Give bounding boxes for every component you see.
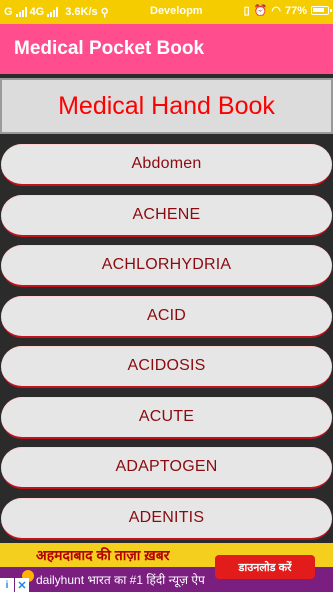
close-icon[interactable]: ✕: [15, 578, 29, 592]
battery-icon: [311, 6, 332, 15]
list-item-label: ACIDOSIS: [127, 357, 206, 374]
usb-icon: ⚲: [100, 6, 109, 19]
list-item-label: Abdomen: [131, 155, 202, 172]
list-item-label: ACHENE: [132, 206, 201, 223]
battery-percent: 77%: [284, 4, 307, 17]
app-screen: G 4G 3.6K/s ⚲ Developm ▯ ⏰ ◠ 77% Medical…: [0, 0, 333, 592]
status-left: G 4G 3.6K/s ⚲: [4, 6, 109, 19]
list-item-label: ACID: [146, 307, 187, 324]
app-bar: Medical Pocket Book: [0, 24, 333, 74]
list-item-adenitis[interactable]: ADENITIS: [1, 498, 332, 540]
carrier-name: Developm: [150, 5, 203, 17]
app-title: Medical Pocket Book: [14, 38, 205, 59]
signal-icon: [15, 7, 27, 17]
signal-letter: G: [4, 6, 13, 18]
ad-banner[interactable]: अहमदाबाद की ताज़ा ख़बर dailyhunt भारत का…: [0, 543, 333, 592]
status-bar: G 4G 3.6K/s ⚲ Developm ▯ ⏰ ◠ 77%: [0, 0, 333, 24]
list-item-label: ACHLORHYDRIA: [101, 256, 232, 273]
alarm-icon: ⏰: [253, 5, 268, 17]
wifi-icon: ◠: [271, 5, 281, 17]
vibrate-icon: ▯: [243, 5, 250, 17]
list-item-abdomen[interactable]: Abdomen: [1, 144, 332, 186]
status-right: ▯ ⏰ ◠ 77%: [243, 4, 332, 17]
network-type: 4G: [29, 6, 45, 18]
info-icon[interactable]: i: [0, 578, 14, 592]
list-item-achlorhydria[interactable]: ACHLORHYDRIA: [1, 245, 332, 287]
list-item-achene[interactable]: ACHENE: [1, 195, 332, 237]
list-item-acid[interactable]: ACID: [1, 296, 332, 338]
list-item-label: ADAPTOGEN: [115, 458, 218, 475]
header-card: Medical Hand Book: [0, 78, 333, 134]
signal-icon-2: [47, 7, 59, 17]
network-speed: 3.6K/s: [65, 6, 98, 18]
list-item-label: ADENITIS: [128, 509, 205, 526]
ad-download-button[interactable]: डाउनलोड करें: [215, 555, 315, 579]
header-title: Medical Hand Book: [58, 91, 275, 120]
list-item-acute[interactable]: ACUTE: [1, 397, 332, 439]
list-item-adaptogen[interactable]: ADAPTOGEN: [1, 447, 332, 489]
list-item-label: ACUTE: [138, 408, 195, 425]
list-item-acidosis[interactable]: ACIDOSIS: [1, 346, 332, 388]
